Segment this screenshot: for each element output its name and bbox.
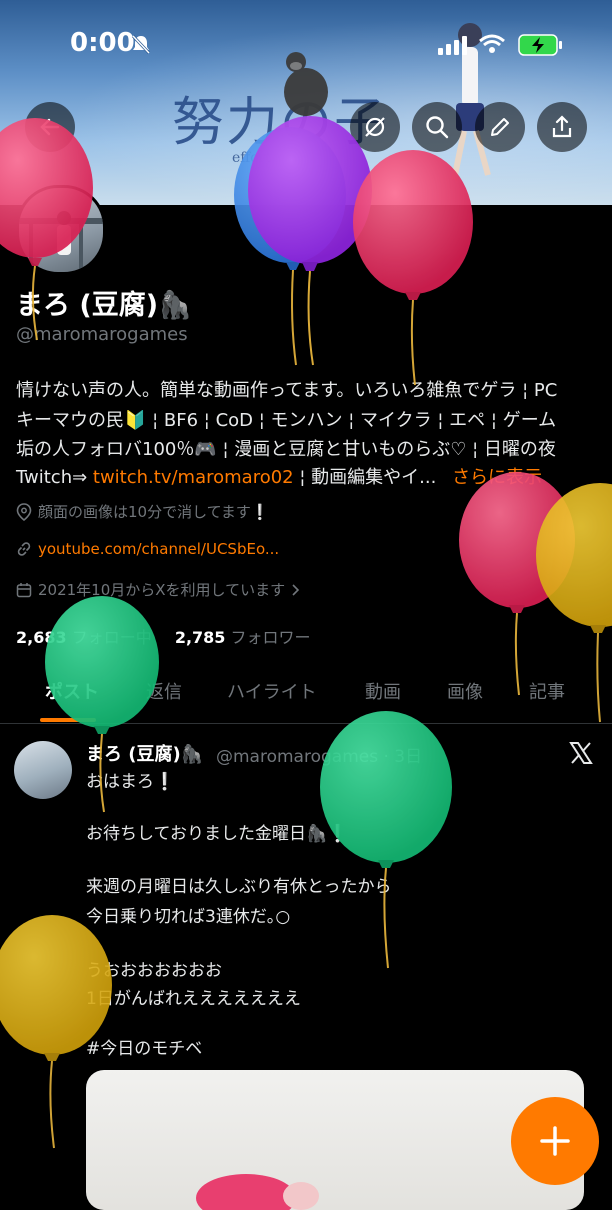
bio-line: キーマウの民🔰 ¦ BF6 ¦ CoD ¦ モンハン ¦ マイクラ ¦ エペ ¦… — [16, 410, 557, 431]
arrow-left-icon — [40, 118, 60, 136]
bio-line: 情けない声の人。簡単な動画作ってます。いろいろ雑魚でゲラ ¦ PC — [16, 380, 558, 401]
cellular-signal-icon — [438, 36, 467, 55]
search-icon — [426, 116, 449, 139]
battery-charging-icon — [518, 34, 562, 56]
profile-avatar[interactable] — [16, 185, 106, 275]
following-count: 2,683 — [16, 628, 67, 647]
location-pin-icon — [16, 502, 32, 521]
followers-count: 2,785 — [174, 628, 226, 647]
show-more-link[interactable]: さらに表示 — [452, 467, 542, 488]
post-avatar[interactable] — [14, 741, 72, 799]
back-button[interactable] — [25, 102, 75, 152]
avatar-photo — [19, 211, 103, 272]
location-row: 顔面の画像は10分で消してます❕ — [16, 501, 270, 522]
tab-images[interactable]: 画像 — [447, 678, 483, 704]
joined-row[interactable]: 2021年10月からXを利用しています — [16, 579, 301, 600]
post-text-line: うおおおおおおお — [86, 961, 222, 981]
chevron-right-icon — [292, 583, 300, 596]
share-icon — [552, 115, 572, 138]
plus-icon — [540, 1126, 570, 1156]
following-link[interactable]: 2,683 フォロー中 — [16, 628, 152, 647]
link-icon — [17, 542, 31, 556]
x-logo-icon — [569, 742, 593, 764]
calendar-icon — [16, 582, 32, 597]
joined-text: 2021年10月からXを利用しています — [38, 581, 286, 599]
tab-articles[interactable]: 記事 — [529, 678, 565, 704]
status-time: 0:00 — [70, 28, 135, 58]
tab-videos[interactable]: 動画 — [365, 678, 401, 704]
balloon-pink — [459, 472, 575, 696]
bio-line-last: Twitch⇒ twitch.tv/maromaro02 ¦ 動画編集やイ...… — [16, 463, 542, 489]
tab-replies[interactable]: 返信 — [146, 678, 182, 704]
profile-handle: @maromarogames — [16, 324, 188, 345]
post-handle-time[interactable]: @maromarogames · 3日 — [216, 742, 422, 767]
grok-icon — [365, 117, 385, 137]
location-text: 顔面の画像は10分で消してます❕ — [38, 503, 270, 521]
website-link[interactable]: youtube.com/channel/UCSbEo... — [38, 540, 279, 558]
grok-button[interactable] — [350, 102, 400, 152]
media-illustration — [196, 1174, 319, 1210]
followers-label: フォロワー — [230, 628, 311, 647]
share-button[interactable] — [537, 102, 587, 152]
silent-bell-icon — [131, 34, 151, 55]
banner-subtitle: effort — [232, 150, 271, 166]
post-text-line: お待ちしておりました金曜日🦍❕ — [86, 824, 349, 844]
tab-highlights[interactable]: ハイライト — [227, 678, 317, 704]
wifi-icon — [479, 34, 505, 53]
followers-link[interactable]: 2,785 フォロワー — [175, 628, 311, 647]
profile-name: まろ (豆腐)🦍 — [16, 290, 192, 321]
bio-text: ¦ 動画編集やイ... — [293, 467, 437, 488]
active-tab-indicator — [40, 718, 96, 722]
post-media-image[interactable] — [86, 1070, 584, 1210]
edit-button[interactable] — [475, 102, 525, 152]
divider — [0, 723, 612, 724]
tab-posts[interactable]: ポスト — [45, 678, 99, 704]
bio-line: 垢の人フォロバ100％🎮 ¦ 漫画と豆腐と甘いものらぶ♡ ¦ 日曜の夜 — [16, 439, 556, 460]
bio-text: Twitch⇒ — [16, 467, 93, 488]
post-text-line: 1日がんばれえええええええ — [86, 989, 301, 1009]
pencil-icon — [491, 118, 509, 136]
post-text-line: 今日乗り切れば3連休だ｡○ — [86, 907, 291, 927]
search-button[interactable] — [412, 102, 462, 152]
follow-stats: 2,683 フォロー中 2,785 フォロワー — [16, 624, 311, 648]
post-author-name[interactable]: まろ (豆腐)🦍 — [86, 740, 203, 766]
hashtag-link[interactable]: #今日のモチベ — [86, 1034, 202, 1059]
following-label: フォロー中 — [71, 628, 152, 647]
post-text-line: 来週の月曜日は久しぶり有休とったから — [86, 877, 392, 897]
post-text-line: おはまろ❕ — [86, 772, 176, 792]
website-row[interactable]: youtube.com/channel/UCSbEo... — [16, 540, 279, 558]
twitch-link[interactable]: twitch.tv/maromaro02 — [93, 467, 294, 488]
compose-button[interactable] — [511, 1097, 599, 1185]
